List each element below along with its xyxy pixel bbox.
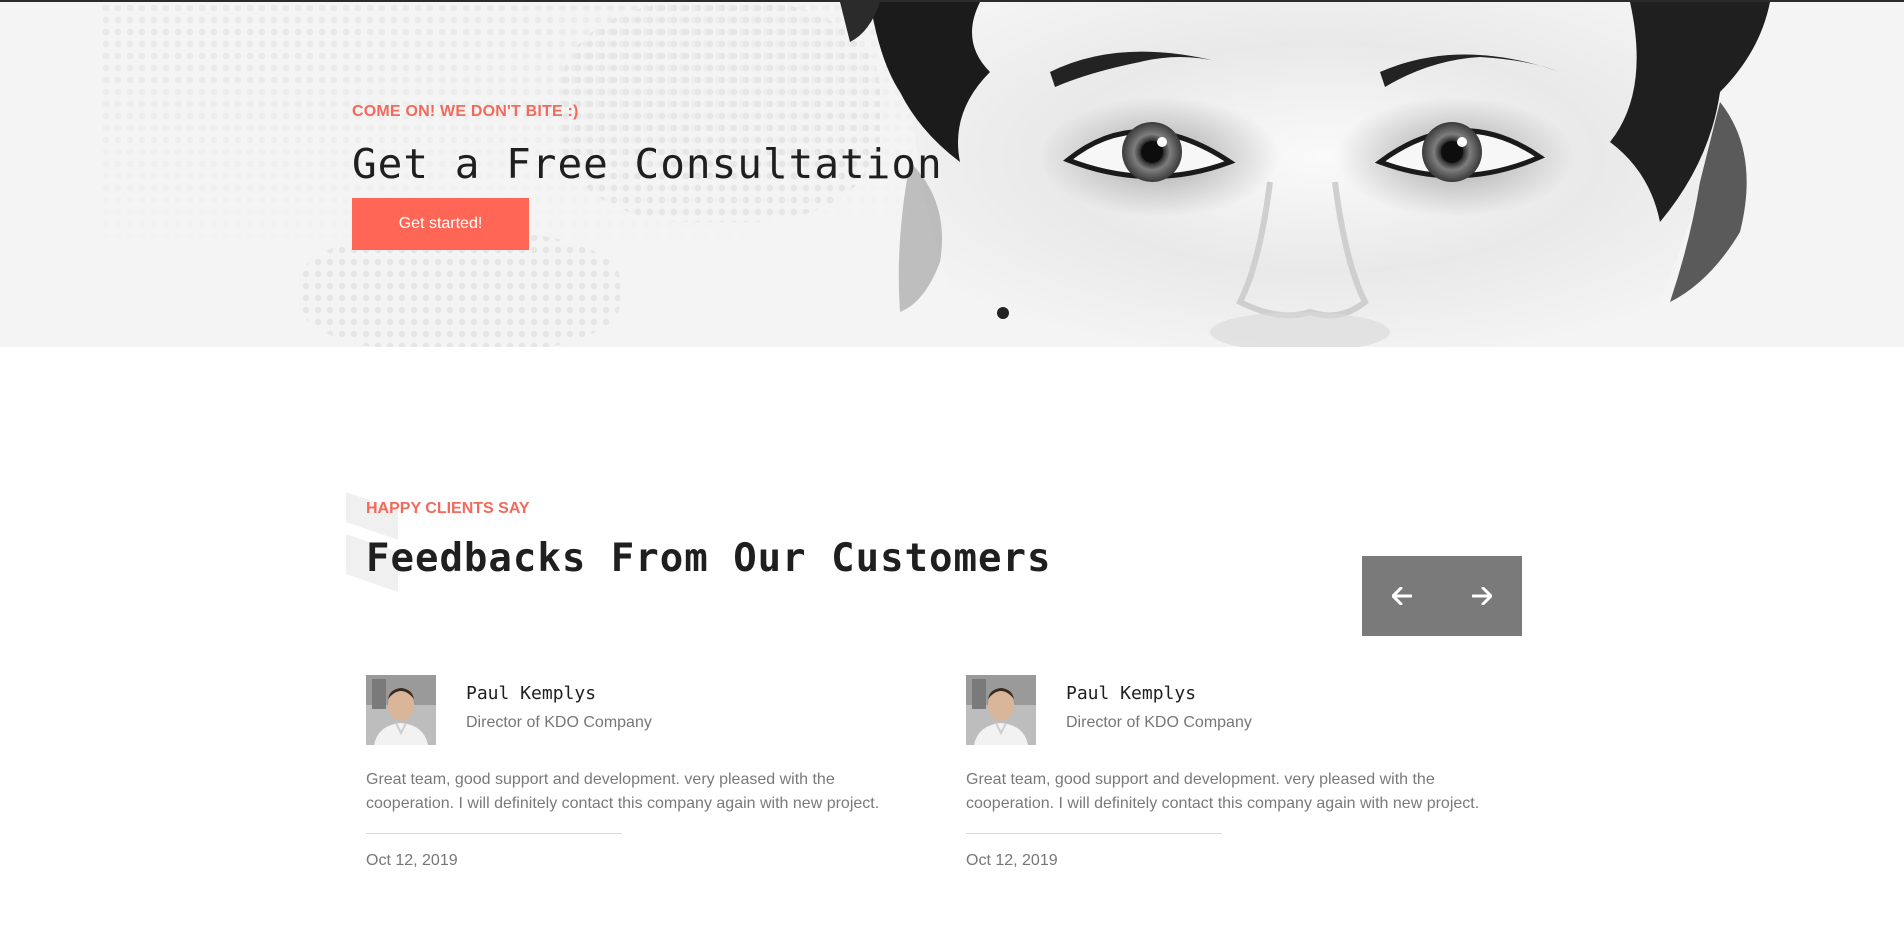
customer-name: Paul Kemplys [1066, 683, 1197, 704]
divider [966, 833, 1222, 834]
arrow-left-icon [1392, 587, 1412, 605]
avatar [966, 675, 1036, 745]
testimonial-slider-nav [1362, 556, 1522, 636]
customer-name: Paul Kemplys [466, 683, 597, 704]
testimonial-card: Paul Kemplys Director of KDO Company Gre… [966, 675, 1526, 875]
woman-face-image [840, 2, 1770, 347]
testimonial-date: Oct 12, 2019 [366, 852, 458, 869]
testimonials-title: Feedbacks From Our Customers [366, 536, 1052, 581]
testimonial-quote: Great team, good support and development… [966, 771, 1480, 812]
avatar [366, 675, 436, 745]
testimonial-date: Oct 12, 2019 [966, 852, 1058, 869]
divider [366, 833, 622, 834]
testimonial-quote: Great team, good support and development… [366, 771, 880, 812]
prev-testimonial-button[interactable] [1362, 556, 1442, 636]
customer-role: Director of KDO Company [466, 714, 652, 731]
customer-role: Director of KDO Company [1066, 714, 1252, 731]
arrow-right-icon [1472, 587, 1492, 605]
consultation-title: Get a Free Consultation [352, 140, 943, 188]
get-started-button[interactable]: Get started! [352, 198, 529, 250]
testimonials-kicker: HAPPY CLIENTS SAY [366, 500, 530, 517]
consultation-kicker: COME ON! WE DON'T BITE :) [352, 103, 579, 120]
consultation-banner: COME ON! WE DON'T BITE :) Get a Free Con… [0, 2, 1904, 347]
next-testimonial-button[interactable] [1442, 556, 1522, 636]
testimonial-card: Paul Kemplys Director of KDO Company Gre… [366, 675, 926, 875]
